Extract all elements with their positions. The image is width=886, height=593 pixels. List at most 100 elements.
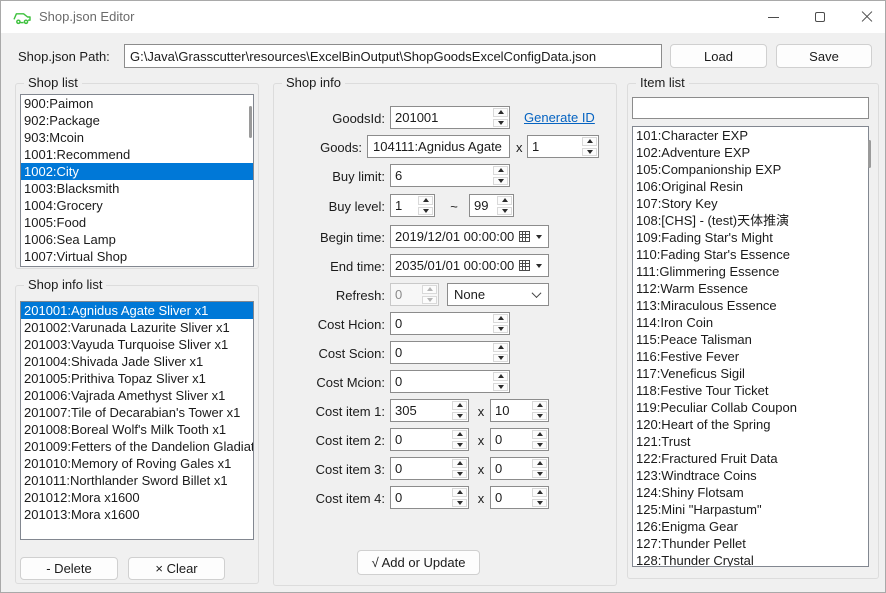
cost-item-3-count-input[interactable] [491, 458, 531, 479]
cost-item-2-id-input[interactable] [391, 429, 451, 450]
spin-down-button[interactable] [532, 499, 547, 508]
chevron-down-icon[interactable] [536, 264, 542, 268]
list-item[interactable]: 110:Fading Star's Essence [633, 246, 868, 263]
list-item[interactable]: 201007:Tile of Decarabian's Tower x1 [21, 404, 253, 421]
cost-item-4-id-spinner[interactable] [390, 486, 469, 509]
list-item[interactable]: 121:Trust [633, 433, 868, 450]
clear-button[interactable]: × Clear [128, 557, 225, 580]
spin-down-button[interactable] [497, 207, 512, 216]
list-item[interactable]: 116:Festive Fever [633, 348, 868, 365]
close-button[interactable] [847, 1, 886, 33]
calendar-icon[interactable] [519, 260, 530, 271]
list-item[interactable]: 115:Peace Talisman [633, 331, 868, 348]
spin-down-button[interactable] [493, 177, 508, 186]
list-item[interactable]: 109:Fading Star's Might [633, 229, 868, 246]
list-item[interactable]: 1003:Blacksmith [21, 180, 253, 197]
goodsid-input[interactable] [391, 107, 492, 128]
list-item[interactable]: 105:Companionship EXP [633, 161, 868, 178]
list-item[interactable]: 122:Fractured Fruit Data [633, 450, 868, 467]
item-search-input[interactable] [632, 97, 869, 119]
cost-item-4-count-input[interactable] [491, 487, 531, 508]
buy-limit-input[interactable] [391, 165, 492, 186]
cost-scion-spinner[interactable] [390, 341, 510, 364]
list-item[interactable]: 1002:City [21, 163, 253, 180]
cost-item-2-count-spinner[interactable] [490, 428, 549, 451]
list-item[interactable]: 125:Mini "Harpastum" [633, 501, 868, 518]
chevron-down-icon[interactable] [536, 235, 542, 239]
list-item[interactable]: 113:Miraculous Essence [633, 297, 868, 314]
list-item[interactable]: 120:Heart of the Spring [633, 416, 868, 433]
spin-up-button[interactable] [493, 372, 508, 381]
cost-item-4-count-spinner[interactable] [490, 486, 549, 509]
spin-down-button[interactable] [452, 441, 467, 450]
begin-time-input[interactable] [391, 228, 519, 245]
list-item[interactable]: 201012:Mora x1600 [21, 489, 253, 506]
generate-id-link[interactable]: Generate ID [524, 110, 595, 125]
calendar-icon[interactable] [519, 231, 530, 242]
cost-item-1-id-spinner[interactable] [390, 399, 469, 422]
cost-mcion-input[interactable] [391, 371, 492, 392]
spin-up-button[interactable] [497, 196, 512, 205]
spin-down-button[interactable] [532, 412, 547, 421]
list-item[interactable]: 114:Iron Coin [633, 314, 868, 331]
buy-level-min-spinner[interactable] [390, 194, 435, 217]
list-item[interactable]: 903:Mcoin [21, 129, 253, 146]
list-item[interactable]: 900:Paimon [21, 95, 253, 112]
list-item[interactable]: 201005:Prithiva Topaz Sliver x1 [21, 370, 253, 387]
list-item[interactable]: 201010:Memory of Roving Gales x1 [21, 455, 253, 472]
goods-count-spinner[interactable] [527, 135, 599, 158]
spin-up-button[interactable] [532, 401, 547, 410]
list-item[interactable]: 1006:Sea Lamp [21, 231, 253, 248]
list-item[interactable]: 119:Peculiar Collab Coupon [633, 399, 868, 416]
spin-up-button[interactable] [452, 430, 467, 439]
spin-down-button[interactable] [452, 470, 467, 479]
spin-up-button[interactable] [493, 166, 508, 175]
shop-info-listbox[interactable]: 201001:Agnidus Agate Sliver x1201002:Var… [20, 301, 254, 540]
list-item[interactable]: 126:Enigma Gear [633, 518, 868, 535]
list-item[interactable]: 201004:Shivada Jade Sliver x1 [21, 353, 253, 370]
buy-level-max-input[interactable] [470, 195, 496, 216]
spin-up-button[interactable] [452, 488, 467, 497]
cost-item-1-id-input[interactable] [391, 400, 451, 421]
list-item[interactable]: 112:Warm Essence [633, 280, 868, 297]
refresh-mode-select[interactable]: None [447, 283, 549, 306]
spin-up-button[interactable] [532, 488, 547, 497]
list-item[interactable]: 201008:Boreal Wolf's Milk Tooth x1 [21, 421, 253, 438]
cost-item-3-id-input[interactable] [391, 458, 451, 479]
shop-listbox[interactable]: 900:Paimon902:Package903:Mcoin1001:Recom… [20, 94, 254, 267]
cost-item-3-id-spinner[interactable] [390, 457, 469, 480]
list-item[interactable]: 111:Glimmering Essence [633, 263, 868, 280]
spin-up-button[interactable] [452, 459, 467, 468]
add-or-update-button[interactable]: √ Add or Update [357, 550, 480, 575]
spin-up-button[interactable] [493, 343, 508, 352]
list-item[interactable]: 1007:Virtual Shop [21, 248, 253, 265]
spin-down-button[interactable] [532, 470, 547, 479]
goodsid-spinner[interactable] [390, 106, 510, 129]
spin-up-button[interactable] [582, 137, 597, 146]
buy-level-max-spinner[interactable] [469, 194, 514, 217]
list-item[interactable]: 124:Shiny Flotsam [633, 484, 868, 501]
list-item[interactable]: 102:Adventure EXP [633, 144, 868, 161]
cost-item-1-count-input[interactable] [491, 400, 531, 421]
end-time-input[interactable] [391, 257, 519, 274]
minimize-button[interactable] [753, 1, 793, 33]
list-item[interactable]: 118:Festive Tour Ticket [633, 382, 868, 399]
spin-up-button[interactable] [493, 108, 508, 117]
spin-up-button[interactable] [418, 196, 433, 205]
list-item[interactable]: 201009:Fetters of the Dandelion Gladiato [21, 438, 253, 455]
begin-time-picker[interactable] [390, 225, 549, 248]
cost-mcion-spinner[interactable] [390, 370, 510, 393]
spin-up-button[interactable] [532, 430, 547, 439]
spin-down-button[interactable] [493, 325, 508, 334]
cost-hcion-input[interactable] [391, 313, 492, 334]
list-item[interactable]: 117:Veneficus Sigil [633, 365, 868, 382]
load-button[interactable]: Load [670, 44, 767, 68]
path-input[interactable] [124, 44, 662, 68]
list-item[interactable]: 201013:Mora x1600 [21, 506, 253, 523]
list-item[interactable]: 201011:Northlander Sword Billet x1 [21, 472, 253, 489]
spin-down-button[interactable] [418, 207, 433, 216]
cost-item-1-count-spinner[interactable] [490, 399, 549, 422]
goods-count-input[interactable] [528, 136, 581, 157]
spin-down-button[interactable] [493, 119, 508, 128]
shop-list-scrollbar-thumb[interactable] [249, 106, 252, 138]
